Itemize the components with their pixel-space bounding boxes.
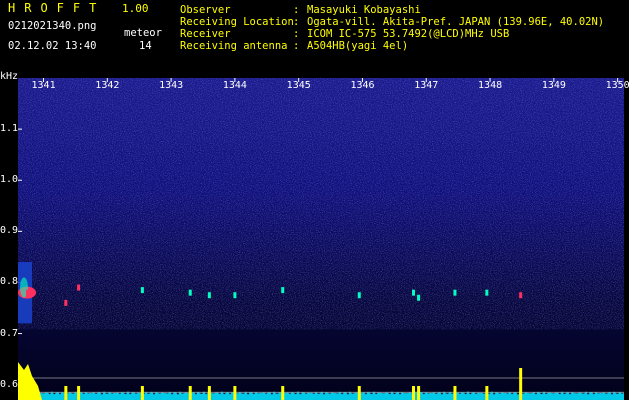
meteor-echo (77, 284, 81, 291)
info-value-location: Ogata-vill. Akita-Pref. JAPAN (139.96E, … (307, 16, 605, 28)
y-axis-unit: kHz (0, 71, 19, 82)
y-tick-label: 0.6 (0, 378, 19, 390)
meteor-echo (281, 287, 285, 294)
info-value-receiver: ICOM IC-575 53.7492(@LCD)MHz USB (307, 28, 510, 40)
meteor-echo (188, 289, 192, 296)
y-tick-label: 1.1 (0, 123, 19, 135)
spectrogram-noise (18, 78, 624, 330)
meteor-echo (64, 299, 68, 306)
info-sep: : (293, 28, 300, 40)
meteor-spike (207, 386, 211, 400)
spectrogram-svg (18, 78, 624, 400)
meteor-echo (485, 289, 489, 296)
x-tick-label: 1347 (414, 80, 439, 91)
meteor-spike (233, 386, 237, 400)
x-tick-label: 1344 (222, 80, 247, 91)
meteor-spike (188, 386, 192, 400)
y-tick-label: 0.8 (0, 276, 19, 288)
meteor-echo (26, 289, 30, 296)
y-tick-label: 0.7 (0, 327, 19, 339)
meteor-echo (357, 292, 361, 299)
meteor-echo (207, 292, 211, 299)
meteor-spike (453, 386, 457, 400)
meteor-count: 14 (139, 40, 152, 52)
meteor-label: meteor (124, 27, 162, 39)
info-sep: : (293, 4, 300, 16)
x-tick-label: 1348 (478, 80, 503, 91)
meteor-spike (64, 386, 68, 400)
info-label-observer: Observer (180, 4, 231, 16)
y-tick-label: 0.9 (0, 225, 19, 237)
spectrogram (18, 78, 624, 400)
meteor-spike (485, 386, 489, 400)
meteor-spike (519, 368, 523, 400)
meteor-spike (411, 386, 415, 400)
x-tick-label: 1350 (605, 80, 629, 91)
meteor-spike (26, 386, 30, 400)
meteor-spike (357, 386, 361, 400)
datetime: 02.12.02 13:40 (8, 40, 97, 52)
meteor-echo (453, 289, 457, 296)
x-tick-label: 1349 (541, 80, 566, 91)
info-label-receiver: Receiver (180, 28, 231, 40)
meteor-echo (519, 292, 523, 299)
info-label-location: Receiving Location (180, 16, 294, 28)
filename: 0212021340.png (8, 20, 97, 32)
meteor-spike (417, 386, 421, 400)
y-tick-label: 1.0 (0, 174, 19, 186)
info-label-antenna: Receiving antenna (180, 40, 288, 52)
x-tick-label: 1341 (31, 80, 56, 91)
meteor-echo (411, 289, 415, 296)
info-value-antenna: A504HB(yagi 4el) (307, 40, 409, 52)
x-tick-label: 1345 (286, 80, 311, 91)
meteor-echo (417, 294, 421, 301)
meteor-spike (281, 386, 285, 400)
meteor-spike (77, 386, 81, 400)
x-tick-label: 1343 (159, 80, 184, 91)
meteor-echo (140, 287, 144, 294)
info-sep: : (293, 16, 300, 28)
x-tick-label: 1342 (95, 80, 120, 91)
meteor-echo (233, 292, 237, 299)
hrofft-window: HROFFT 1.00 0212021340.png 02.12.02 13:4… (0, 0, 629, 400)
app-title: HROFFT (8, 1, 106, 15)
info-sep: : (293, 40, 300, 52)
app-version: 1.00 (122, 2, 149, 15)
x-tick-label: 1346 (350, 80, 375, 91)
meteor-spike (140, 386, 144, 400)
info-value-observer: Masayuki Kobayashi (307, 4, 421, 16)
